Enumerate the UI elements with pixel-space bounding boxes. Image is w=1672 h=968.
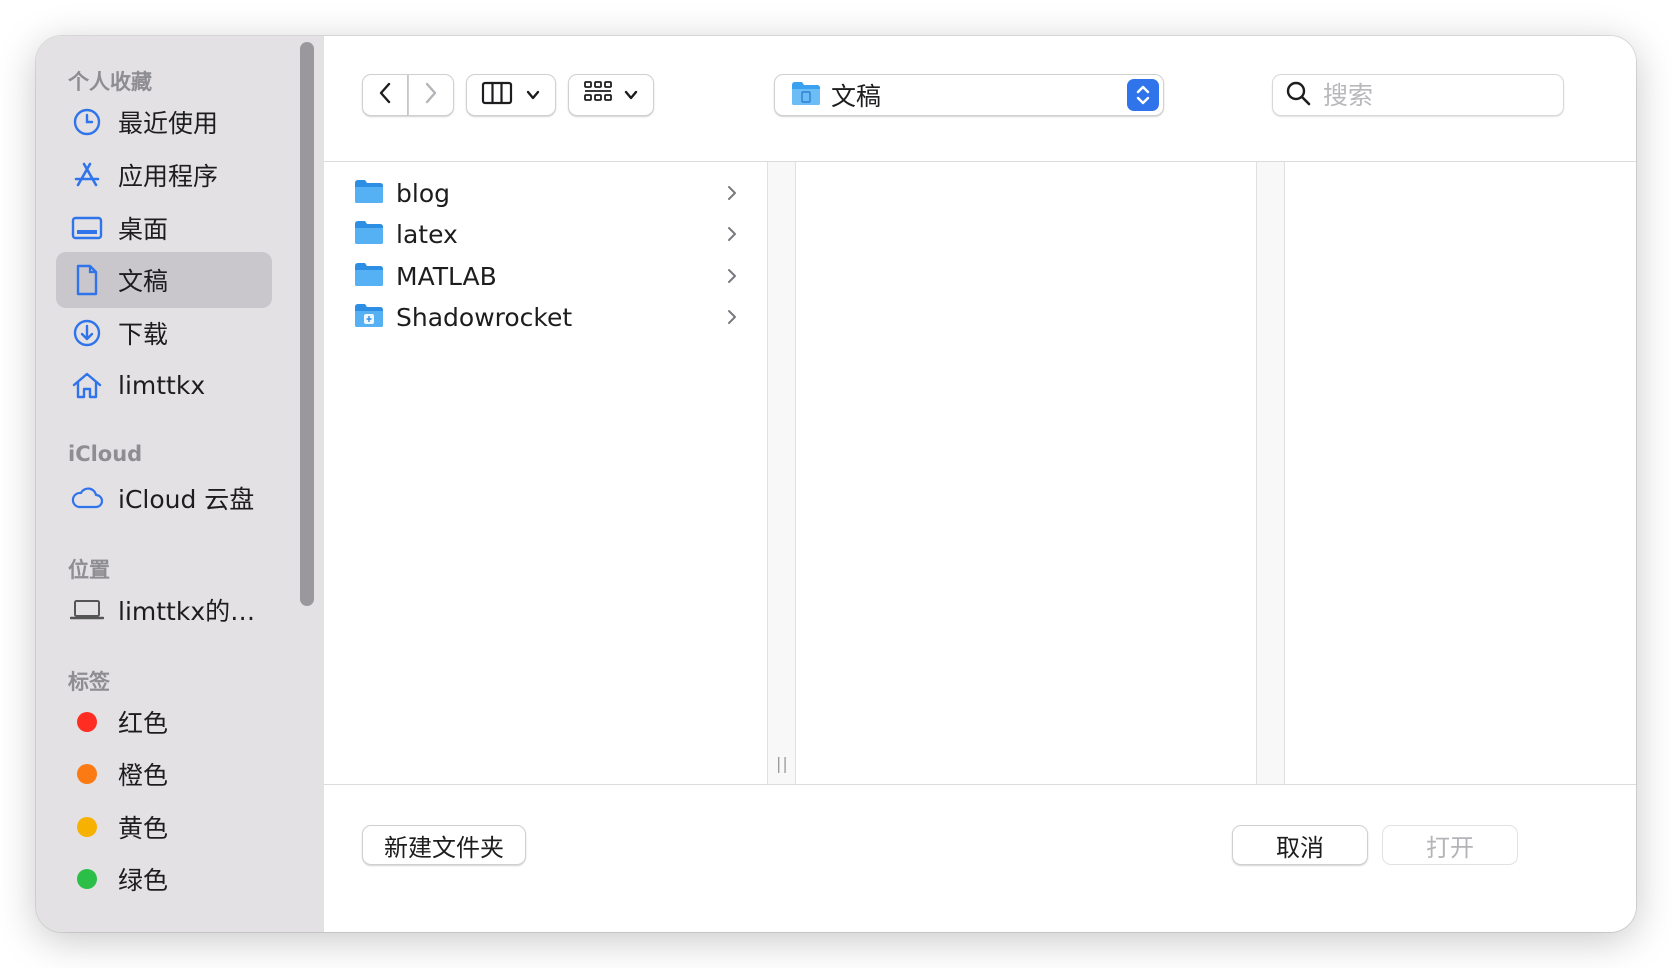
- browser-column-2: [797, 162, 1257, 784]
- sidebar-item-documents[interactable]: 文稿: [56, 252, 272, 308]
- browser-column-1: blog latex MATLAB Shadowrocket: [324, 162, 768, 784]
- sidebar-item-downloads[interactable]: 下载: [56, 305, 272, 361]
- clock-icon: [70, 105, 104, 139]
- sidebar-tag-orange[interactable]: 橙色: [56, 746, 272, 802]
- sidebar: 个人收藏 最近使用 应用程序 桌面 文稿 下载 limttkx iCloud i…: [36, 36, 324, 932]
- main-panel: 文稿 blog: [324, 36, 1636, 932]
- open-file-dialog: 个人收藏 最近使用 应用程序 桌面 文稿 下载 limttkx iCloud i…: [36, 36, 1636, 932]
- column-browser: blog latex MATLAB Shadowrocket ||: [324, 162, 1636, 784]
- sidebar-item-home[interactable]: limttkx: [56, 357, 272, 413]
- sidebar-item-label: iCloud 云盘: [118, 485, 255, 514]
- download-icon: [70, 316, 104, 350]
- sidebar-tag-green[interactable]: 绿色: [56, 851, 272, 907]
- sidebar-item-icloud-drive[interactable]: iCloud 云盘: [56, 470, 272, 526]
- sidebar-item-label: 黄色: [118, 814, 169, 843]
- app-folder-icon: [354, 302, 384, 332]
- sidebar-item-label: 绿色: [118, 866, 169, 895]
- chevron-down-icon: [525, 86, 541, 105]
- app-store-icon: [70, 158, 104, 192]
- sidebar-item-label: 最近使用: [118, 109, 219, 138]
- open-button[interactable]: 打开: [1382, 825, 1518, 865]
- sidebar-tag-yellow[interactable]: 黄色: [56, 799, 272, 855]
- favorites-header: 个人收藏: [68, 70, 152, 94]
- folder-icon: [354, 261, 384, 291]
- forward-button[interactable]: [408, 74, 454, 116]
- desktop-icon: [70, 211, 104, 245]
- columns-view-icon: [481, 81, 513, 109]
- icloud-header: iCloud: [68, 442, 143, 466]
- sidebar-item-label: 文稿: [118, 267, 169, 296]
- file-name: MATLAB: [396, 261, 497, 291]
- list-item-matlab[interactable]: MATLAB: [324, 256, 768, 296]
- back-button[interactable]: [362, 74, 408, 116]
- chevron-left-icon: [377, 81, 393, 109]
- sidebar-item-desktop[interactable]: 桌面: [56, 200, 272, 256]
- sidebar-item-label: limttkx的…: [118, 597, 256, 626]
- search-input[interactable]: [1323, 80, 1543, 110]
- sidebar-item-label: 下载: [118, 320, 169, 349]
- sidebar-item-mac[interactable]: limttkx的…: [56, 582, 272, 638]
- chevron-right-icon: [726, 266, 738, 290]
- location-label: 文稿: [831, 82, 882, 111]
- column-divider[interactable]: [768, 162, 796, 784]
- sidebar-tag-red[interactable]: 红色: [56, 694, 272, 750]
- sidebar-item-recents[interactable]: 最近使用: [56, 94, 272, 150]
- sidebar-item-label: 应用程序: [118, 162, 219, 191]
- toolbar: 文稿: [324, 36, 1636, 162]
- chevron-right-icon: [726, 307, 738, 331]
- folder-icon: [354, 178, 384, 208]
- laptop-icon: [70, 593, 104, 627]
- search-icon: [1285, 80, 1311, 110]
- orange-tag-dot-icon: [70, 757, 104, 791]
- grid-group-icon: [583, 80, 613, 110]
- chevron-right-icon: [423, 81, 439, 109]
- sidebar-scrollbar[interactable]: [300, 42, 314, 606]
- popup-stepper-icon: [1127, 79, 1159, 111]
- file-name: Shadowrocket: [396, 302, 573, 332]
- cancel-button[interactable]: 取消: [1232, 825, 1368, 865]
- locations-header: 位置: [68, 558, 110, 582]
- view-mode-button[interactable]: [466, 74, 556, 116]
- sidebar-item-label: 桌面: [118, 215, 169, 244]
- group-button[interactable]: [568, 74, 654, 116]
- browser-column-3: [1286, 162, 1636, 784]
- cloud-icon: [70, 481, 104, 515]
- chevron-right-icon: [726, 224, 738, 248]
- new-folder-button[interactable]: 新建文件夹: [362, 825, 526, 865]
- column-divider[interactable]: [1257, 162, 1285, 784]
- file-name: blog: [396, 178, 450, 208]
- tags-header: 标签: [68, 670, 110, 694]
- sidebar-item-label: limttkx: [118, 370, 206, 400]
- documents-folder-icon: [791, 80, 821, 110]
- search-field[interactable]: [1272, 74, 1564, 116]
- list-item-shadowrocket[interactable]: Shadowrocket: [324, 297, 768, 337]
- yellow-tag-dot-icon: [70, 810, 104, 844]
- column-resize-handle[interactable]: ||: [776, 754, 789, 773]
- list-item-blog[interactable]: blog: [324, 173, 768, 213]
- file-name: latex: [396, 219, 458, 249]
- list-item-latex[interactable]: latex: [324, 214, 768, 254]
- sidebar-item-applications[interactable]: 应用程序: [56, 147, 272, 203]
- location-popup[interactable]: 文稿: [774, 74, 1164, 116]
- document-icon: [70, 263, 104, 297]
- chevron-right-icon: [726, 183, 738, 207]
- chevron-down-icon: [623, 86, 639, 105]
- sidebar-item-label: 红色: [118, 709, 169, 738]
- red-tag-dot-icon: [70, 705, 104, 739]
- sidebar-item-label: 橙色: [118, 761, 169, 790]
- home-icon: [70, 368, 104, 402]
- dialog-footer: 新建文件夹 取消 打开: [324, 784, 1636, 932]
- green-tag-dot-icon: [70, 862, 104, 896]
- folder-icon: [354, 219, 384, 249]
